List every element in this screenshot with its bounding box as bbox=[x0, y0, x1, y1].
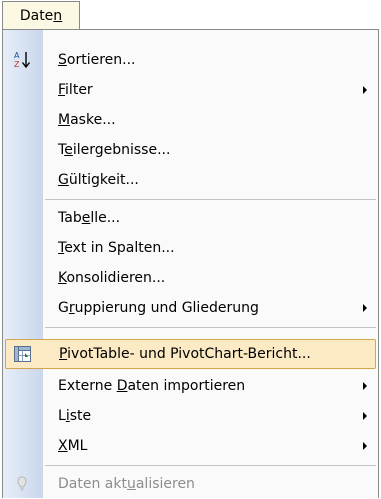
pivot-table-icon bbox=[14, 346, 32, 367]
submenu-arrow-icon bbox=[363, 86, 367, 94]
submenu-arrow-icon bbox=[363, 304, 367, 312]
menu-item-gruppierung[interactable]: Gruppierung und Gliederung bbox=[3, 293, 378, 323]
menu-item-label: Externe Daten importieren bbox=[58, 378, 246, 394]
menu-item-filter[interactable]: Filter bbox=[3, 75, 378, 105]
daten-dropdown-menu: A Z Sortieren... Filter Maske... Teilerg… bbox=[2, 29, 379, 498]
menu-item-teilergebnisse[interactable]: Teilergebnisse... bbox=[3, 135, 378, 165]
refresh-icon bbox=[17, 476, 27, 496]
submenu-arrow-icon bbox=[363, 412, 367, 420]
menu-item-label: XML bbox=[58, 438, 88, 454]
submenu-arrow-icon bbox=[363, 442, 367, 450]
menu-item-label: Text in Spalten... bbox=[58, 240, 175, 256]
menu-separator bbox=[45, 327, 376, 328]
menu-item-label: Liste bbox=[58, 408, 92, 424]
menu-separator bbox=[45, 199, 376, 200]
menu-item-label: Filter bbox=[58, 82, 93, 98]
menu-item-label: Maske... bbox=[58, 112, 116, 128]
menu-item-label: Gültigkeit... bbox=[58, 172, 139, 188]
menu-item-text-in-spalten[interactable]: Text in Spalten... bbox=[3, 233, 378, 263]
menu-item-gueltigkeit[interactable]: Gültigkeit... bbox=[3, 165, 378, 195]
menu-item-label: Daten aktualisieren bbox=[58, 476, 195, 492]
menu-item-label: Tabelle... bbox=[58, 210, 121, 226]
sort-az-icon: A Z bbox=[13, 50, 33, 74]
svg-text:Z: Z bbox=[14, 60, 20, 69]
menu-item-label: Gruppierung und Gliederung bbox=[58, 300, 259, 316]
menu-item-maske[interactable]: Maske... bbox=[3, 105, 378, 135]
svg-text:A: A bbox=[14, 51, 20, 60]
menu-item-xml[interactable]: XML bbox=[3, 431, 378, 461]
menu-daten-label: Daten bbox=[19, 7, 63, 24]
menu-item-daten-aktualisieren: Daten aktualisieren bbox=[3, 469, 378, 499]
menu-item-sortieren[interactable]: A Z Sortieren... bbox=[3, 45, 378, 75]
menu-separator bbox=[45, 465, 376, 466]
menu-item-label: PivotTable- und PivotChart-Bericht... bbox=[59, 346, 311, 362]
menu-item-label: Sortieren... bbox=[58, 52, 136, 68]
menu-item-externe-daten[interactable]: Externe Daten importieren bbox=[3, 371, 378, 401]
menu-item-pivottable[interactable]: PivotTable- und PivotChart-Bericht... bbox=[5, 339, 376, 369]
menu-item-konsolidieren[interactable]: Konsolidieren... bbox=[3, 263, 378, 293]
submenu-arrow-icon bbox=[363, 382, 367, 390]
menu-item-liste[interactable]: Liste bbox=[3, 401, 378, 431]
menu-item-tabelle[interactable]: Tabelle... bbox=[3, 203, 378, 233]
menu-item-label: Konsolidieren... bbox=[58, 270, 166, 286]
menu-daten[interactable]: Daten bbox=[2, 1, 80, 29]
menu-item-label: Teilergebnisse... bbox=[58, 142, 171, 158]
